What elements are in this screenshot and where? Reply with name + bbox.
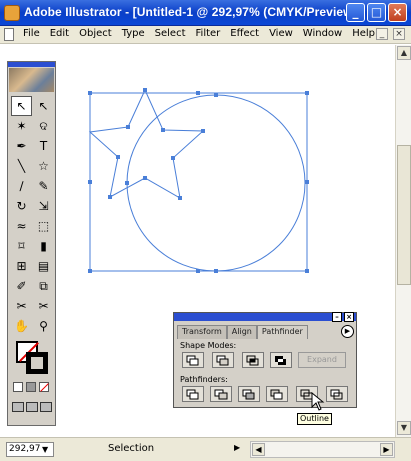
intersect-shape-button[interactable] [242, 352, 264, 368]
selection-tool-icon[interactable]: ↖ [11, 96, 32, 116]
exclude-overlapping-button[interactable] [270, 352, 292, 368]
free-transform-tool-icon[interactable]: ⬚ [33, 216, 54, 236]
gradient-tool-icon[interactable]: ▤ [33, 256, 54, 276]
scroll-left-arrow-icon[interactable]: ◀ [252, 443, 265, 456]
pen-tool-icon[interactable]: ✒ [11, 136, 32, 156]
menu-effect[interactable]: Effect [225, 28, 264, 39]
scissors-tool-icon[interactable]: ✂ [33, 296, 54, 316]
divide-button[interactable] [182, 386, 204, 402]
crop-button[interactable] [266, 386, 288, 402]
warp-tool-icon[interactable]: ≈ [11, 216, 32, 236]
scale-tool-icon[interactable]: ⇲ [33, 196, 54, 216]
direct-selection-tool-icon[interactable]: ↖ [33, 96, 54, 116]
toolbox-logo-image [9, 68, 54, 92]
vertical-scroll-thumb[interactable] [397, 145, 411, 285]
scroll-right-arrow-icon[interactable]: ▶ [380, 443, 393, 456]
mouse-pointer-icon [311, 392, 325, 411]
subtract-from-shape-button[interactable] [212, 352, 234, 368]
scroll-down-arrow-icon[interactable]: ▼ [397, 421, 411, 435]
trim-button[interactable] [210, 386, 232, 402]
status-mode-label: Selection [108, 443, 155, 454]
magic-wand-tool-icon[interactable]: ✶ [11, 116, 32, 136]
menu-select[interactable]: Select [150, 28, 191, 39]
blend-tool-icon[interactable]: ⧉ [33, 276, 54, 296]
palette-title-bar[interactable]: – × [174, 312, 356, 322]
close-button[interactable]: × [388, 3, 407, 22]
status-bar: 292,97 ▼ Selection ▶ ◀ ▶ [0, 437, 411, 461]
menu-bar: File Edit Object Type Select Filter Effe… [0, 26, 411, 44]
maximize-button[interactable]: □ [367, 3, 386, 22]
title-bar: Adobe Illustrator - [Untitled-1 @ 292,97… [0, 0, 411, 26]
menu-window[interactable]: Window [298, 28, 347, 39]
menu-object[interactable]: Object [74, 28, 117, 39]
tab-transform[interactable]: Transform [177, 325, 227, 339]
paintbrush-tool-icon[interactable]: ∕ [11, 176, 32, 196]
vertical-scrollbar[interactable]: ▲ ▼ [395, 45, 411, 437]
scroll-up-arrow-icon[interactable]: ▲ [397, 46, 411, 60]
stroke-swatch-icon[interactable] [26, 352, 48, 374]
tab-align[interactable]: Align [226, 325, 257, 339]
none-mode-icon[interactable] [39, 382, 49, 392]
add-to-shape-button[interactable] [182, 352, 204, 368]
menu-type[interactable]: Type [117, 28, 150, 39]
menu-edit[interactable]: Edit [45, 28, 74, 39]
outline-tooltip: Outline [297, 413, 332, 425]
column-graph-tool-icon[interactable]: ▮ [33, 236, 54, 256]
palette-minimize-button[interactable]: – [332, 312, 342, 322]
standard-screen-mode-icon[interactable] [12, 402, 24, 412]
expand-button[interactable]: Expand [298, 352, 346, 368]
lasso-tool-icon[interactable]: ଦ [33, 116, 54, 136]
slice-tool-icon[interactable]: ✂ [11, 296, 32, 316]
selection-bounding-box [89, 92, 308, 272]
status-mode-dropdown-arrow-icon[interactable]: ▶ [234, 443, 240, 452]
shape-modes-label: Shape Modes: [180, 341, 237, 350]
pathfinder-palette: – × Transform Align Pathfinder ▶ Shape M… [173, 312, 357, 408]
type-tool-icon[interactable]: T [33, 136, 54, 156]
menu-file[interactable]: File [18, 28, 45, 39]
zoom-tool-icon[interactable]: ⚲ [33, 316, 54, 336]
star-shape [88, 88, 205, 199]
document-icon[interactable] [4, 28, 14, 41]
menu-view[interactable]: View [264, 28, 298, 39]
fill-stroke-swatch[interactable] [13, 338, 53, 378]
toolbox-palette: ↖ ↖ ✶ ଦ ✒ T ╲ ☆ ∕ ✎ ↻ ⇲ ≈ ⬚ ⌑ ▮ ⊞ ▤ ✐ ⧉ ✂ ✂ ✋ ⚲ [7, 61, 56, 426]
color-mode-icon[interactable] [13, 382, 23, 392]
line-segment-tool-icon[interactable]: ╲ [11, 156, 32, 176]
mesh-tool-icon[interactable]: ⊞ [11, 256, 32, 276]
palette-close-button[interactable]: × [344, 312, 354, 322]
horizontal-scrollbar[interactable]: ◀ ▶ [250, 441, 395, 458]
full-screen-menu-mode-icon[interactable] [26, 402, 38, 412]
document-close-button[interactable]: × [393, 28, 405, 40]
pathfinders-label: Pathfinders: [180, 375, 228, 384]
pencil-tool-icon[interactable]: ✎ [33, 176, 54, 196]
star-tool-icon[interactable]: ☆ [33, 156, 54, 176]
rotate-tool-icon[interactable]: ↻ [11, 196, 32, 216]
eyedropper-tool-icon[interactable]: ✐ [11, 276, 32, 296]
symbol-sprayer-tool-icon[interactable]: ⌑ [11, 236, 32, 256]
menu-filter[interactable]: Filter [191, 28, 226, 39]
zoom-dropdown-arrow-icon[interactable]: ▼ [42, 443, 52, 456]
window-title: Adobe Illustrator - [Untitled-1 @ 292,97… [24, 5, 361, 19]
gradient-mode-icon[interactable] [26, 382, 36, 392]
palette-menu-arrow-icon[interactable]: ▶ [341, 325, 354, 338]
hand-tool-icon[interactable]: ✋ [11, 316, 32, 336]
tab-pathfinder[interactable]: Pathfinder [256, 325, 308, 339]
document-minimize-button[interactable]: _ [376, 28, 388, 40]
illustrator-app-icon [4, 5, 20, 21]
merge-button[interactable] [238, 386, 260, 402]
minus-back-button[interactable] [326, 386, 348, 402]
minimize-button[interactable]: _ [346, 3, 365, 22]
full-screen-mode-icon[interactable] [40, 402, 52, 412]
toolbox-title-bar[interactable] [8, 62, 55, 67]
